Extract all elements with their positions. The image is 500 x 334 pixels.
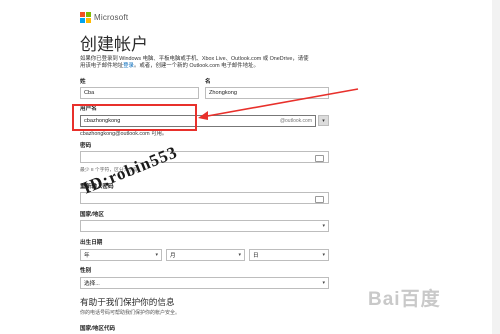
protect-section-subtitle: 你的电话号码可帮助我们保护你的帐户安全。 (80, 310, 181, 316)
chevron-down-icon: ▾ (238, 252, 241, 258)
password-confirm-input[interactable] (80, 192, 329, 204)
last-name-input[interactable]: Cba (80, 87, 199, 99)
birth-month-select[interactable]: 月 ▾ (166, 249, 245, 261)
chevron-down-icon: ▾ (322, 223, 325, 229)
gender-value: 选择... (84, 281, 100, 287)
birth-year-value: 年 (84, 253, 90, 259)
protect-section-title: 有助于我们保护你的信息 (80, 297, 175, 307)
logo-text: Microsoft (94, 12, 129, 22)
login-link[interactable]: 登录 (123, 63, 134, 69)
page-title: 创建帐户 (80, 35, 148, 54)
keyboard-icon (315, 155, 324, 162)
first-name-label: 名 (205, 79, 211, 85)
password-label: 密码 (80, 143, 92, 149)
birth-day-value: 日 (253, 253, 259, 259)
intro-line-1: 如果你已登录到 Windows 电脑、平板电脑或手机、Xbox Live、Out… (80, 56, 309, 62)
keyboard-icon (315, 196, 324, 203)
page-edge (492, 0, 500, 334)
password-input[interactable] (80, 151, 329, 163)
phone-country-code-label: 国家/地区代码 (80, 326, 116, 332)
chevron-down-icon: ▾ (155, 252, 158, 258)
windows-logo-icon (80, 12, 91, 23)
intro-line-2: 用该电子邮件地址 (80, 63, 124, 69)
last-name-label: 姓 (80, 79, 86, 85)
annotation-highlight-box (72, 104, 197, 131)
birth-year-select[interactable]: 年 ▾ (80, 249, 162, 261)
country-label: 国家/地区 (80, 212, 104, 218)
intro-line-3: 。或者，创建一个新的 Outlook.com 电子邮件地址。 (133, 63, 259, 69)
gender-label: 性别 (80, 268, 92, 274)
birth-month-value: 月 (170, 253, 176, 259)
annotation-arrow-icon (198, 88, 359, 120)
chevron-down-icon: ▾ (322, 280, 325, 286)
country-select[interactable]: ▾ (80, 220, 329, 232)
birthdate-label: 出生日期 (80, 240, 103, 246)
baidu-watermark: Bai百度 (368, 289, 441, 310)
birth-day-select[interactable]: 日 ▾ (249, 249, 329, 261)
intro-text: 如果你已登录到 Windows 电脑、平板电脑或手机、Xbox Live、Out… (80, 56, 335, 70)
gender-select[interactable]: 选择... ▾ (80, 277, 329, 289)
microsoft-logo: Microsoft (80, 12, 129, 23)
chevron-down-icon: ▾ (322, 252, 325, 258)
